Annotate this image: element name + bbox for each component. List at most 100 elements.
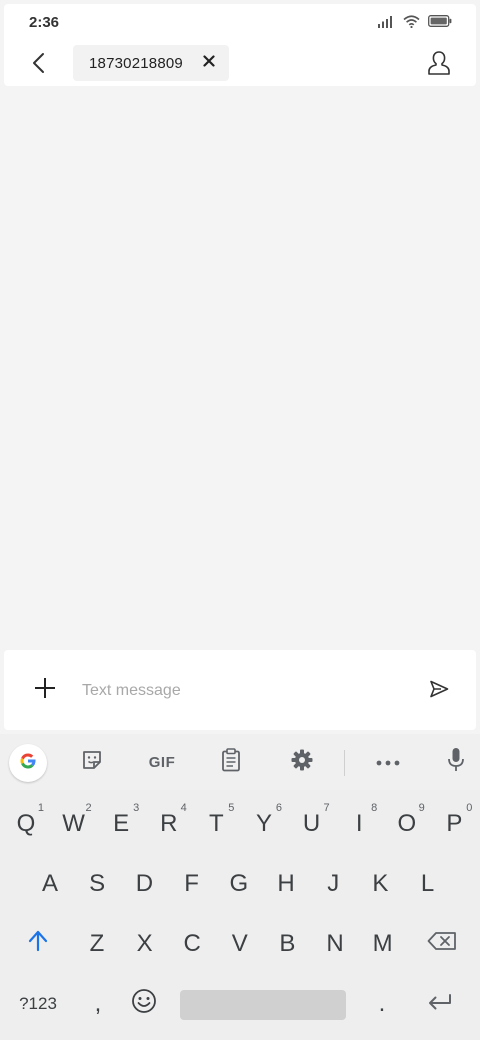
key-x[interactable]: X <box>121 914 169 974</box>
key-label: R <box>160 810 178 837</box>
key-label: U <box>302 810 321 837</box>
key-hint: 6 <box>275 802 282 814</box>
key-label: Q <box>16 810 36 837</box>
key-label: M <box>372 930 393 957</box>
key-hint: 7 <box>323 802 330 814</box>
key-label: S <box>89 870 106 897</box>
contact-button[interactable] <box>422 48 456 82</box>
symbols-label: ?123 <box>19 994 57 1013</box>
key-label: H <box>277 870 295 897</box>
enter-key[interactable] <box>416 974 464 1034</box>
key-u[interactable]: U7 <box>288 794 336 854</box>
key-label: C <box>183 930 201 957</box>
status-time: 2:36 <box>29 14 60 31</box>
key-h[interactable]: H <box>262 854 310 914</box>
key-hint: 4 <box>180 802 187 814</box>
key-label: E <box>113 810 130 837</box>
toolbar-divider <box>344 750 345 776</box>
key-r[interactable]: R4 <box>145 794 193 854</box>
key-label: A <box>41 870 58 897</box>
send-button[interactable] <box>426 678 452 704</box>
backspace-key[interactable] <box>418 914 466 974</box>
key-label: G <box>229 870 249 897</box>
sticker-button[interactable] <box>74 744 110 780</box>
space-key[interactable] <box>180 990 346 1020</box>
emoji-icon <box>131 988 157 1021</box>
key-label: L <box>420 870 435 897</box>
key-hint: 9 <box>418 802 425 814</box>
key-label: O <box>397 810 417 837</box>
clipboard-button[interactable] <box>213 744 249 780</box>
back-arrow-icon <box>31 52 47 79</box>
key-label: P <box>446 810 463 837</box>
gif-button[interactable]: GIF <box>142 744 182 780</box>
google-button[interactable] <box>9 744 47 782</box>
sticker-icon <box>81 749 103 776</box>
enter-icon <box>427 990 453 1018</box>
key-label: Y <box>255 810 272 837</box>
period-key[interactable]: . <box>358 974 406 1034</box>
status-icons <box>377 13 452 29</box>
shift-icon <box>28 930 48 959</box>
key-y[interactable]: Y6 <box>240 794 288 854</box>
key-hint: 0 <box>466 802 473 814</box>
key-c[interactable]: C <box>168 914 216 974</box>
key-label: B <box>279 930 296 957</box>
emoji-key[interactable] <box>120 974 168 1034</box>
symbols-key[interactable]: ?123 <box>14 974 62 1034</box>
key-p[interactable]: P0 <box>430 794 478 854</box>
key-b[interactable]: B <box>263 914 311 974</box>
key-label: W <box>62 810 85 837</box>
shift-key[interactable] <box>14 914 62 974</box>
clipboard-icon <box>221 747 241 777</box>
key-w[interactable]: W2 <box>50 794 98 854</box>
key-l[interactable]: L <box>404 854 452 914</box>
message-input[interactable] <box>82 676 382 706</box>
key-hint: 1 <box>37 802 44 814</box>
settings-icon <box>290 748 314 777</box>
more-icon <box>376 753 400 771</box>
key-hint: 5 <box>228 802 235 814</box>
key-label: D <box>135 870 154 897</box>
key-label: V <box>231 930 248 957</box>
keyboard: G I F Q 1 W 2 E 3 R 4 T 5 Y 6 U 7 I 8 O 9 … <box>0 734 480 1040</box>
key-v[interactable]: V <box>216 914 264 974</box>
gif-label: GIF <box>148 753 176 771</box>
key-z[interactable]: Z <box>73 914 121 974</box>
recipient-chip[interactable]: 18730218809 <box>73 45 229 81</box>
key-k[interactable]: K <box>356 854 404 914</box>
key-f[interactable]: F <box>168 854 216 914</box>
settings-button[interactable] <box>284 744 320 780</box>
comma-key[interactable]: , <box>74 974 122 1034</box>
remove-recipient-button[interactable] <box>201 55 217 71</box>
backspace-icon <box>427 930 457 958</box>
key-label: T <box>209 810 224 837</box>
message-list[interactable] <box>0 90 480 646</box>
key-m[interactable]: M <box>359 914 407 974</box>
key-e[interactable]: E3 <box>97 794 145 854</box>
key-t[interactable]: T5 <box>192 794 240 854</box>
wifi-icon <box>403 14 420 28</box>
google-icon <box>16 749 40 778</box>
key-label: J <box>327 870 340 897</box>
voice-input-button[interactable] <box>438 744 474 780</box>
key-q[interactable]: Q1 <box>2 794 50 854</box>
key-j[interactable]: J <box>309 854 357 914</box>
key-n[interactable]: N <box>311 914 359 974</box>
key-d[interactable]: D <box>120 854 168 914</box>
more-button[interactable] <box>370 744 406 780</box>
key-g[interactable]: G <box>215 854 263 914</box>
key-s[interactable]: S <box>73 854 121 914</box>
microphone-icon <box>447 747 465 778</box>
back-button[interactable] <box>24 50 54 80</box>
key-a[interactable]: A <box>26 854 74 914</box>
attach-button[interactable] <box>30 675 60 705</box>
key-hint: 3 <box>133 802 140 814</box>
key-label: I <box>355 810 363 837</box>
key-o[interactable]: O9 <box>383 794 431 854</box>
keyboard-toolbar: GIF <box>0 734 480 790</box>
battery-icon <box>428 15 452 27</box>
key-label: Z <box>89 930 105 957</box>
key-i[interactable]: I8 <box>335 794 383 854</box>
keyboard-keys: Q1W2E3R4T5Y6U7I8O9P0 ASDFGHJKL ZXCVBNM ?… <box>0 790 480 1040</box>
